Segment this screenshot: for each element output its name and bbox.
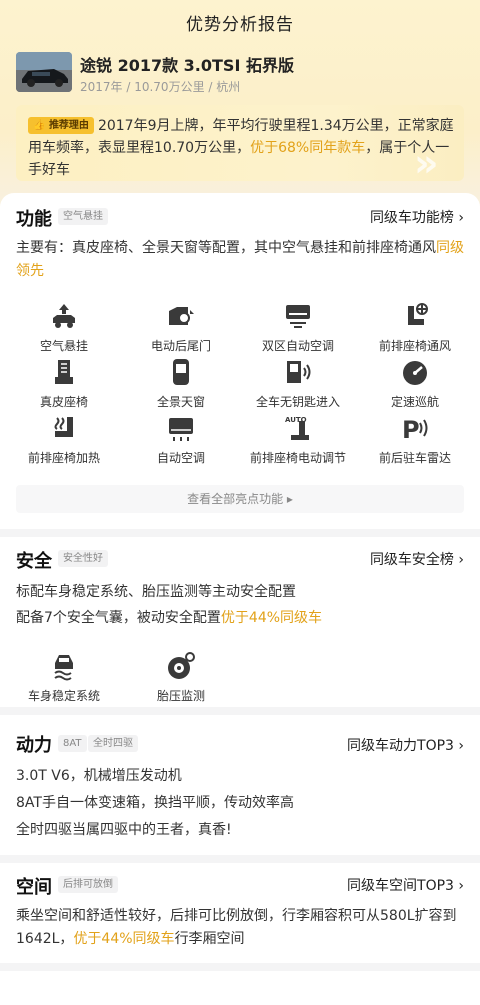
feature-auto-ac[interactable]: 自动空调 xyxy=(121,413,241,466)
dual-zone-ac-icon xyxy=(286,305,310,328)
car-name: 途锐 2017款 3.0TSI 拓界版 xyxy=(80,56,294,75)
safety-title: 安全 xyxy=(16,551,52,572)
next-card xyxy=(0,971,480,1005)
space-desc-highlight: 优于44%同级车 xyxy=(73,931,175,947)
space-title: 空间 xyxy=(16,877,52,898)
auto-ac-icon xyxy=(169,418,193,441)
feature-label: 前排座椅加热 xyxy=(27,451,100,465)
safety-line-2-highlight: 优于44%同级车 xyxy=(220,610,323,626)
feature-power-seat-adjust[interactable]: AUTO 前排座椅电动调节 xyxy=(238,413,358,466)
feature-label: 定速巡航 xyxy=(390,395,439,409)
feature-label: 电动后尾门 xyxy=(150,339,211,353)
recommend-highlight: 优于68%同年款车 xyxy=(250,140,366,156)
stability-control-icon xyxy=(54,655,73,681)
seat-heating-icon xyxy=(54,417,73,437)
feature-label: 真皮座椅 xyxy=(39,395,88,409)
cruise-control-icon xyxy=(403,361,427,385)
recommend-box: 👍 推荐理由 2017年9月上牌，年平均行驶里程1.34万公里，正常家庭用车频率，… xyxy=(16,105,464,181)
feature-stability-control[interactable]: 车身稳定系统 xyxy=(4,651,124,704)
view-all-features-button[interactable]: 查看全部亮点功能 ▸ xyxy=(16,485,464,513)
feature-cruise-control[interactable]: 定速巡航 xyxy=(355,357,475,410)
function-ranking-link[interactable]: 同级车功能榜 › xyxy=(370,207,464,227)
feature-seat-ventilation[interactable]: 前排座椅通风 xyxy=(355,301,475,354)
feature-keyless-entry[interactable]: 全车无钥匙进入 xyxy=(238,357,358,410)
feature-label: 空气悬挂 xyxy=(39,339,88,353)
feature-label: 双区自动空调 xyxy=(261,339,334,353)
power-ranking-link[interactable]: 同级车动力TOP3 › xyxy=(347,735,464,755)
power-title: 动力 xyxy=(16,735,52,756)
power-line-1: 3.0T V6，机械增压发动机 xyxy=(16,768,182,784)
feature-label: 前后驻车雷达 xyxy=(378,451,451,465)
feature-tire-pressure[interactable]: 胎压监测 xyxy=(121,651,241,704)
recommend-text: 👍 推荐理由 2017年9月上牌，年平均行驶里程1.34万公里，正常家庭用车频率，… xyxy=(28,115,456,181)
function-desc: 主要有：真皮座椅、全景天窗等配置，其中空气悬挂和前排座椅通风同级领先 xyxy=(16,237,464,283)
function-tag: 空气悬挂 xyxy=(58,208,108,225)
feature-leather-seat[interactable]: 真皮座椅 xyxy=(4,357,124,410)
car-thumbnail[interactable] xyxy=(16,52,72,92)
power-card: 动力 8AT 全时四驱 同级车动力TOP3 › 3.0T V6，机械增压发动机 … xyxy=(0,715,480,855)
power-line-3: 全时四驱当属四驱中的王者，真香! xyxy=(16,822,232,838)
space-card: 空间 后排可放倒 同级车空间TOP3 › 乘坐空间和舒适性较好，后排可比例放倒，… xyxy=(0,863,480,963)
feature-label: 自动空调 xyxy=(156,451,205,465)
feature-label: 前排座椅通风 xyxy=(378,339,451,353)
safety-line-1: 标配车身稳定系统、胎压监测等主动安全配置 xyxy=(16,584,296,600)
svg-text:AUTO: AUTO xyxy=(285,416,307,424)
feature-panoramic-sunroof[interactable]: 全景天窗 xyxy=(121,357,241,410)
leather-seat-icon xyxy=(55,360,73,384)
safety-tag: 安全性好 xyxy=(58,550,108,567)
feature-label: 全景天窗 xyxy=(156,395,205,409)
keyless-entry-icon xyxy=(287,361,311,383)
space-desc: 乘坐空间和舒适性较好，后排可比例放倒，行李厢容积可从580L扩容到1642L，优… xyxy=(16,905,464,951)
function-card: 功能 空气悬挂 同级车功能榜 › 主要有：真皮座椅、全景天窗等配置，其中空气悬挂… xyxy=(0,193,480,529)
recommend-tag: 👍 推荐理由 xyxy=(28,117,94,134)
tire-pressure-icon xyxy=(168,652,195,679)
safety-line-2-text: 配备7个安全气囊，被动安全配置 xyxy=(16,610,221,626)
car-meta: 2017年 / 10.70万公里 / 杭州 xyxy=(80,80,241,94)
feature-label: 车身稳定系统 xyxy=(27,689,100,703)
seat-ventilation-icon xyxy=(408,303,428,325)
space-desc-text-2: 行李厢空间 xyxy=(174,931,245,947)
power-seat-adjust-icon: AUTO xyxy=(285,416,309,440)
feature-air-suspension[interactable]: 空气悬挂 xyxy=(4,301,124,354)
function-title: 功能 xyxy=(16,209,52,230)
feature-label: 全车无钥匙进入 xyxy=(255,395,340,409)
chevron-decoration-icon: » xyxy=(414,141,439,181)
power-tailgate-icon xyxy=(169,307,194,325)
power-tag-drive: 全时四驱 xyxy=(88,735,138,752)
power-line-2: 8AT手自一体变速箱，换挡平顺，传动效率高 xyxy=(16,795,294,811)
function-desc-text: 主要有：真皮座椅、全景天窗等配置，其中空气悬挂和前排座椅通风 xyxy=(16,240,436,256)
recommend-tag-label: 推荐理由 xyxy=(48,120,89,131)
space-tag: 后排可放倒 xyxy=(58,876,118,893)
feature-label: 胎压监测 xyxy=(156,689,205,703)
feature-dual-zone-ac[interactable]: 双区自动空调 xyxy=(238,301,358,354)
safety-ranking-link[interactable]: 同级车安全榜 › xyxy=(370,549,464,569)
space-ranking-link[interactable]: 同级车空间TOP3 › xyxy=(347,875,464,895)
power-tag-transmission: 8AT xyxy=(58,735,87,752)
parking-radar-icon: P xyxy=(402,416,428,443)
feature-parking-radar[interactable]: P 前后驻车雷达 xyxy=(355,413,475,466)
feature-power-tailgate[interactable]: 电动后尾门 xyxy=(121,301,241,354)
svg-text:P: P xyxy=(402,416,420,443)
safety-card: 安全 安全性好 同级车安全榜 › 标配车身稳定系统、胎压监测等主动安全配置 配备… xyxy=(0,537,480,707)
feature-label: 前排座椅电动调节 xyxy=(249,451,346,465)
air-suspension-icon xyxy=(53,304,75,328)
page-title: 优势分析报告 xyxy=(186,15,294,35)
panoramic-sunroof-icon xyxy=(173,359,189,385)
safety-line-2: 配备7个安全气囊，被动安全配置优于44%同级车 xyxy=(16,607,464,630)
feature-seat-heating[interactable]: 前排座椅加热 xyxy=(4,413,124,466)
